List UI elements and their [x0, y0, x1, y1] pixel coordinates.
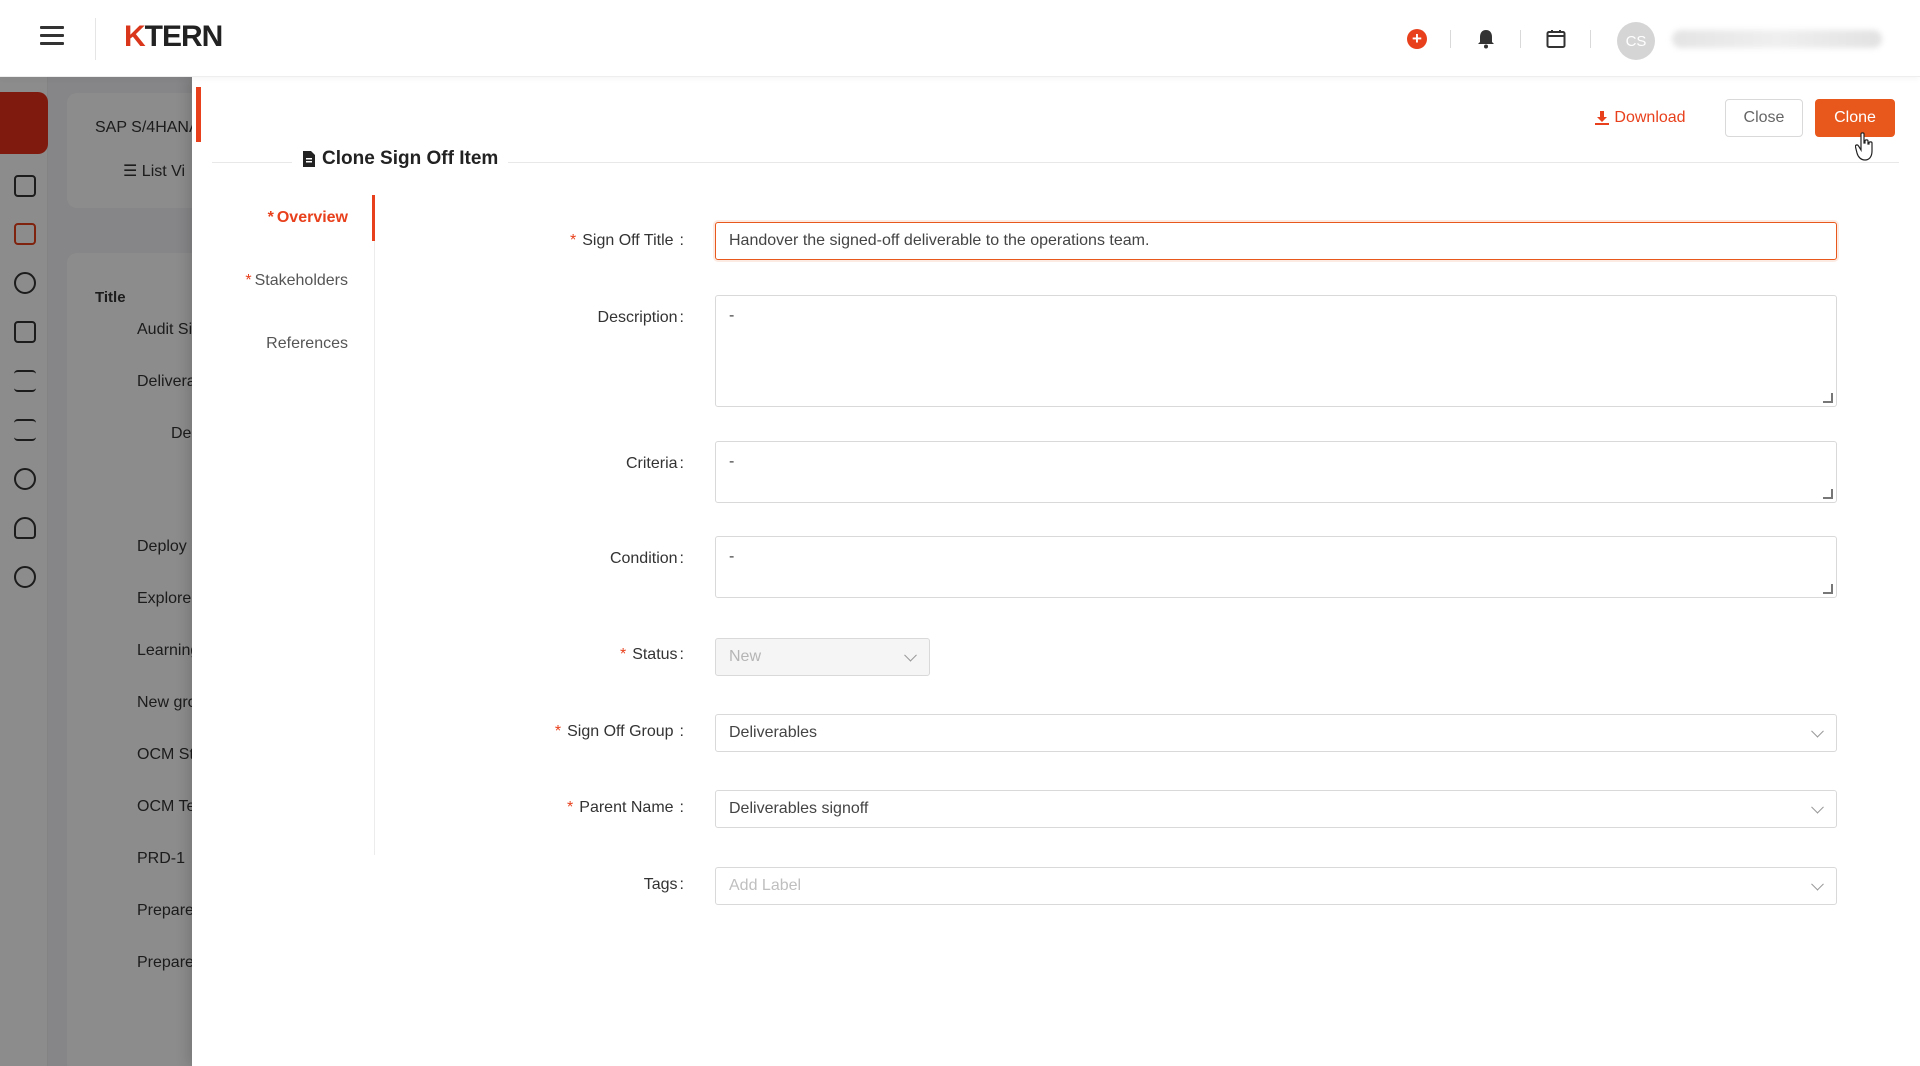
tags-select[interactable]: Add Label [715, 867, 1837, 905]
bell-icon[interactable] [1473, 26, 1499, 52]
sign-off-group-label: * Sign Off Group: [554, 723, 684, 740]
status-select: New [715, 638, 930, 676]
parent-name-label: * Parent Name: [567, 799, 684, 816]
chevron-down-icon[interactable] [1811, 800, 1824, 814]
active-tab-indicator [372, 195, 375, 241]
divider [1590, 30, 1591, 48]
resize-handle-icon[interactable] [1823, 489, 1833, 499]
sign-off-group-select[interactable]: Deliverables [715, 714, 1837, 752]
tab-references[interactable]: References [266, 335, 348, 353]
criteria-textarea[interactable]: - [715, 441, 1837, 503]
avatar[interactable]: CS [1617, 22, 1655, 60]
download-button[interactable]: Download [1590, 99, 1690, 137]
hamburger-menu-icon[interactable] [40, 26, 64, 50]
app-logo: KTERN [124, 20, 223, 53]
chevron-down-icon[interactable] [1811, 724, 1824, 738]
add-icon[interactable]: + [1404, 26, 1430, 52]
resize-handle-icon[interactable] [1823, 584, 1833, 594]
condition-textarea[interactable]: - [715, 536, 1837, 598]
criteria-label: Criteria: [625, 455, 684, 472]
description-label: Description: [597, 309, 684, 326]
document-icon [303, 151, 315, 167]
chevron-down-icon [904, 648, 917, 662]
description-textarea[interactable]: - [715, 295, 1837, 407]
sign-off-title-input[interactable]: Handover the signed-off deliverable to t… [715, 222, 1837, 260]
condition-label: Condition: [609, 550, 684, 567]
hand-cursor-icon [1855, 132, 1873, 161]
tags-label: Tags: [643, 876, 684, 893]
status-label: * Status: [619, 646, 684, 663]
parent-name-select[interactable]: Deliverables signoff [715, 790, 1837, 828]
user-name-blurred [1672, 30, 1882, 48]
calendar-icon[interactable] [1543, 26, 1569, 52]
clone-drawer: Download Close Clone Clone Sign Off Item… [192, 77, 1920, 1066]
download-icon [1595, 111, 1610, 125]
sign-off-title-label: * Sign Off Title: [570, 232, 684, 249]
drawer-accent-bar [196, 87, 201, 142]
divider [95, 18, 96, 60]
section-divider: Clone Sign Off Item [212, 148, 1899, 170]
chevron-down-icon[interactable] [1811, 877, 1824, 891]
divider [1450, 30, 1451, 48]
top-bar: KTERN + CS [0, 0, 1920, 77]
divider [1520, 30, 1521, 48]
resize-handle-icon[interactable] [1823, 393, 1833, 403]
page-title: Clone Sign Off Item [292, 148, 509, 170]
close-button[interactable]: Close [1725, 99, 1803, 137]
tab-stakeholders[interactable]: * Stakeholders [245, 272, 348, 290]
form-tabs: * Overview * Stakeholders References [192, 195, 375, 855]
tab-overview[interactable]: * Overview [268, 209, 348, 227]
